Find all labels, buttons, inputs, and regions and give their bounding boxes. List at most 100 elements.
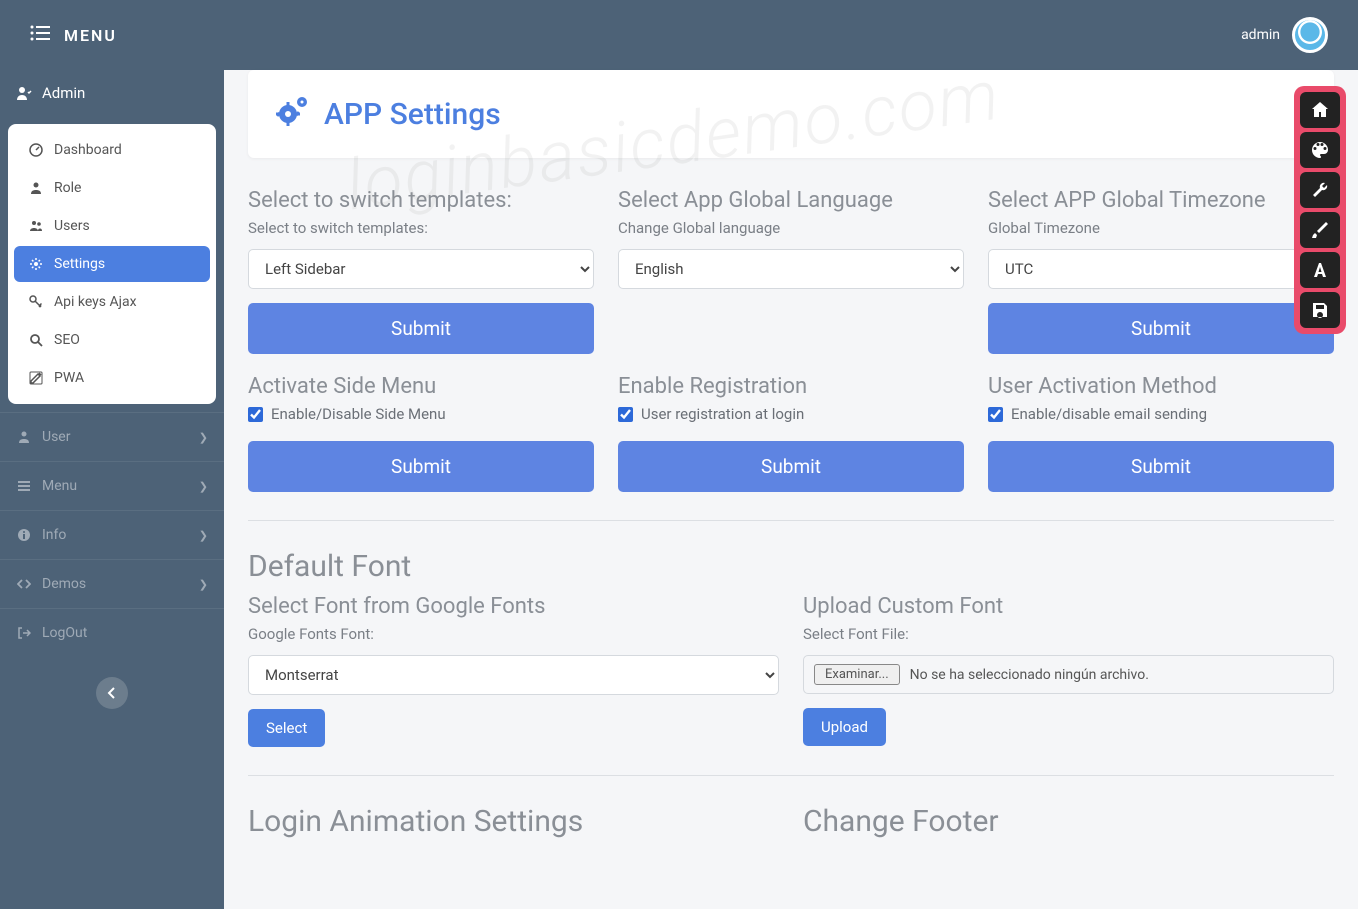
- sidebar-item-label: Users: [54, 218, 90, 234]
- tool-palette-icon[interactable]: [1300, 132, 1340, 168]
- main-content: loginbasicdemo.com APP Settings Select t…: [224, 70, 1358, 909]
- code-icon: [16, 576, 32, 592]
- upload-font-title: Upload Custom Font: [803, 594, 1334, 619]
- sidebar-section-label: Demos: [42, 576, 86, 592]
- sidebar-item-seo[interactable]: SEO: [14, 322, 210, 358]
- block-language: Select App Global Language Change Global…: [618, 188, 964, 354]
- activation-checkbox-row[interactable]: Enable/disable email sending: [988, 405, 1334, 423]
- login-animation-heading: Login Animation Settings: [248, 804, 779, 839]
- sidebar-item-settings[interactable]: Settings: [14, 246, 210, 282]
- google-font-select-button[interactable]: Select: [248, 709, 325, 747]
- registration-submit-button[interactable]: Submit: [618, 441, 964, 492]
- hamburger-icon: [30, 25, 50, 46]
- key-icon: [28, 294, 44, 310]
- google-font-title: Select Font from Google Fonts: [248, 594, 779, 619]
- template-sub: Select to switch templates:: [248, 219, 594, 237]
- block-upload-font: Upload Custom Font Select Font File: Exa…: [803, 594, 1334, 747]
- tool-save-icon[interactable]: [1300, 292, 1340, 328]
- registration-title: Enable Registration: [618, 374, 964, 399]
- timezone-title: Select APP Global Timezone: [988, 188, 1334, 213]
- block-template: Select to switch templates: Select to sw…: [248, 188, 594, 354]
- users-icon: [28, 218, 44, 234]
- user-area[interactable]: admin: [1241, 17, 1328, 53]
- sidebar-section-label: User: [42, 429, 70, 445]
- file-status: No se ha seleccionado ningún archivo.: [910, 667, 1149, 683]
- tool-font-icon[interactable]: [1300, 252, 1340, 288]
- tool-brush-icon[interactable]: [1300, 212, 1340, 248]
- upload-font-sub: Select Font File:: [803, 625, 1334, 643]
- sidemenu-submit-button[interactable]: Submit: [248, 441, 594, 492]
- sidebar-item-label: PWA: [54, 370, 84, 386]
- sidebar-section-label: LogOut: [42, 625, 87, 641]
- google-font-select[interactable]: Montserrat: [248, 655, 779, 695]
- sidebar: Admin Dashboard Role Users Settings Api keys…: [0, 70, 224, 909]
- dashboard-icon: [28, 142, 44, 158]
- sidemenu-checkbox[interactable]: [248, 407, 263, 422]
- block-registration: Enable Registration User registration at…: [618, 374, 964, 492]
- activation-title: User Activation Method: [988, 374, 1334, 399]
- browse-button[interactable]: Examinar...: [814, 664, 900, 685]
- tool-wrench-icon[interactable]: [1300, 172, 1340, 208]
- divider: [248, 520, 1334, 521]
- sidemenu-checkbox-row[interactable]: Enable/Disable Side Menu: [248, 405, 594, 423]
- chevron-right-icon: ❯: [199, 529, 208, 542]
- sidebar-header-label: Admin: [42, 84, 85, 102]
- timezone-submit-button[interactable]: Submit: [988, 303, 1334, 354]
- avatar[interactable]: [1292, 17, 1328, 53]
- tool-home-icon[interactable]: [1300, 92, 1340, 128]
- admin-icon: [16, 85, 32, 101]
- menu-toggle[interactable]: MENU: [30, 25, 117, 46]
- logout-icon: [16, 625, 32, 641]
- role-icon: [28, 180, 44, 196]
- sidebar-item-label: SEO: [54, 332, 80, 348]
- chevron-right-icon: ❯: [199, 431, 208, 444]
- change-footer-heading: Change Footer: [803, 804, 1334, 839]
- sidebar-item-label: Api keys Ajax: [54, 294, 137, 310]
- timezone-select[interactable]: UTC: [988, 249, 1334, 289]
- font-heading: Default Font: [248, 549, 1334, 584]
- block-sidemenu: Activate Side Menu Enable/Disable Side M…: [248, 374, 594, 492]
- activation-submit-button[interactable]: Submit: [988, 441, 1334, 492]
- sidebar-section-user[interactable]: User ❯: [0, 412, 224, 461]
- topbar: MENU admin: [0, 0, 1358, 70]
- block-google-font: Select Font from Google Fonts Google Fon…: [248, 594, 779, 747]
- page-title: APP Settings: [276, 94, 1306, 134]
- menu-icon: [16, 478, 32, 494]
- page-header-card: APP Settings: [248, 70, 1334, 158]
- sidebar-item-api-keys-ajax[interactable]: Api keys Ajax: [14, 284, 210, 320]
- sidebar-admin-group: Dashboard Role Users Settings Api keys Ajax S…: [8, 124, 216, 404]
- sidebar-section-demos[interactable]: Demos ❯: [0, 559, 224, 608]
- upload-font-button[interactable]: Upload: [803, 708, 886, 746]
- google-font-sub: Google Fonts Font:: [248, 625, 779, 643]
- template-submit-button[interactable]: Submit: [248, 303, 594, 354]
- sidebar-header-admin[interactable]: Admin: [0, 70, 224, 116]
- block-timezone: Select APP Global Timezone Global Timezo…: [988, 188, 1334, 354]
- sidemenu-title: Activate Side Menu: [248, 374, 594, 399]
- language-select[interactable]: English: [618, 249, 964, 289]
- edit-icon: [28, 370, 44, 386]
- sidebar-section-logout[interactable]: LogOut: [0, 608, 224, 657]
- timezone-sub: Global Timezone: [988, 219, 1334, 237]
- sidebar-section-menu[interactable]: Menu❯: [0, 461, 224, 510]
- collapse-sidebar-button[interactable]: [96, 677, 128, 709]
- sidebar-item-role[interactable]: Role: [14, 170, 210, 206]
- registration-checkbox-row[interactable]: User registration at login: [618, 405, 964, 423]
- file-input[interactable]: Examinar... No se ha seleccionado ningún…: [803, 655, 1334, 694]
- search-icon: [28, 332, 44, 348]
- chevron-right-icon: ❯: [199, 578, 208, 591]
- divider: [248, 775, 1334, 776]
- sidebar-item-pwa[interactable]: PWA: [14, 360, 210, 396]
- sidebar-section-label: Menu: [42, 478, 77, 494]
- sidebar-item-label: Role: [54, 180, 81, 196]
- sidebar-item-dashboard[interactable]: Dashboard: [14, 132, 210, 168]
- gears-icon: [276, 94, 312, 134]
- sidebar-section-info[interactable]: Info❯: [0, 510, 224, 559]
- template-select[interactable]: Left Sidebar: [248, 249, 594, 289]
- activation-checkbox[interactable]: [988, 407, 1003, 422]
- user-icon: [16, 429, 32, 445]
- registration-checkbox[interactable]: [618, 407, 633, 422]
- settings-icon: [28, 256, 44, 272]
- sidebar-item-label: Settings: [54, 256, 105, 272]
- language-title: Select App Global Language: [618, 188, 964, 213]
- sidebar-item-users[interactable]: Users: [14, 208, 210, 244]
